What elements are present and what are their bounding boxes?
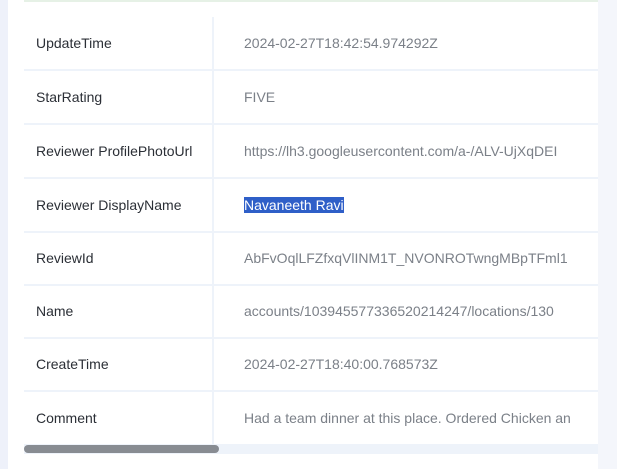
row-value[interactable]: 2024-02-27T18:42:54.974292Z — [216, 17, 438, 69]
row-value[interactable]: Navaneeth Ravi — [216, 179, 344, 231]
table-row-comment: Comment Had a team dinner at this place.… — [24, 392, 598, 444]
row-value[interactable]: AbFvOqlLFZfxqVlINM1T_NVONROTwngMBpTFml1 — [216, 232, 568, 284]
row-value[interactable]: accounts/103945577336520214247/locations… — [216, 285, 554, 337]
row-value-text: Had a team dinner at this place. Ordered… — [244, 410, 571, 426]
table-row-reviewer-display-name: Reviewer DisplayName Navaneeth Ravi — [24, 179, 598, 233]
row-value-text: accounts/103945577336520214247/locations… — [244, 303, 554, 319]
table-row-star-rating: StarRating FIVE — [24, 71, 598, 125]
table-row-reviewer-profile-photo-url: Reviewer ProfilePhotoUrl https://lh3.goo… — [24, 125, 598, 179]
row-value[interactable]: Had a team dinner at this place. Ordered… — [216, 392, 571, 444]
left-rail — [0, 0, 8, 469]
row-label: ReviewId — [24, 232, 214, 284]
row-value[interactable]: 2024-02-27T18:40:00.768573Z — [216, 338, 438, 390]
scrollbar-thumb[interactable] — [24, 445, 219, 453]
row-value-text: 2024-02-27T18:42:54.974292Z — [244, 35, 438, 51]
row-label: Reviewer ProfilePhotoUrl — [24, 125, 214, 177]
row-value-text: 2024-02-27T18:40:00.768573Z — [244, 356, 438, 372]
right-rail — [598, 0, 617, 469]
table-row-update-time: UpdateTime 2024-02-27T18:42:54.974292Z — [24, 17, 598, 71]
table-row-name: Name accounts/103945577336520214247/loca… — [24, 285, 598, 339]
horizontal-scrollbar[interactable] — [24, 444, 598, 454]
row-value[interactable]: https://lh3.googleusercontent.com/a-/ALV… — [216, 125, 557, 177]
row-label: Reviewer DisplayName — [24, 179, 214, 231]
table-row-create-time: CreateTime 2024-02-27T18:40:00.768573Z — [24, 338, 598, 392]
table-row-review-id: ReviewId AbFvOqlLFZfxqVlINM1T_NVONROTwng… — [24, 232, 598, 286]
row-value[interactable]: FIVE — [216, 71, 275, 123]
review-details-view: UpdateTime 2024-02-27T18:42:54.974292Z S… — [0, 0, 617, 469]
row-value-text: FIVE — [244, 89, 276, 105]
selected-text[interactable]: Navaneeth Ravi — [244, 197, 344, 213]
row-label: UpdateTime — [24, 17, 214, 69]
row-label: StarRating — [24, 71, 214, 123]
details-table: UpdateTime 2024-02-27T18:42:54.974292Z S… — [24, 0, 598, 444]
row-label: CreateTime — [24, 338, 214, 390]
row-value-text: https://lh3.googleusercontent.com/a-/ALV… — [244, 143, 558, 159]
row-label: Comment — [24, 392, 214, 444]
row-label: Name — [24, 285, 214, 337]
row-value-text: AbFvOqlLFZfxqVlINM1T_NVONROTwngMBpTFml1 — [244, 250, 568, 266]
table-top-border — [24, 0, 598, 2]
